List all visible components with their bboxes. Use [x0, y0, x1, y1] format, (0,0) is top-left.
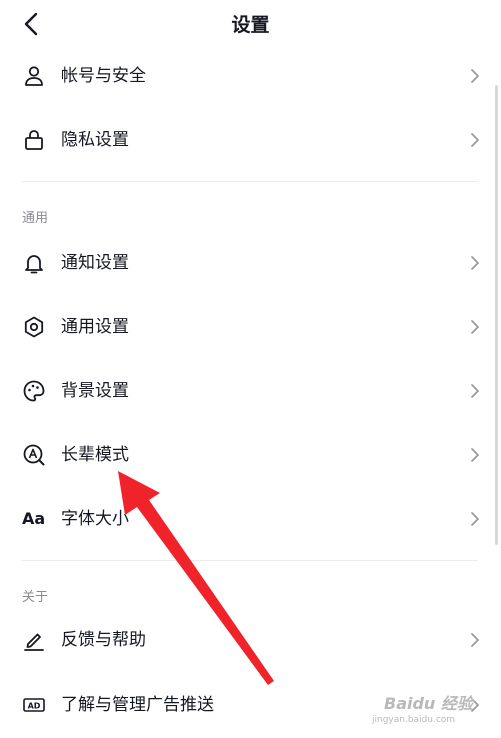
bell-icon — [25, 255, 43, 274]
header: 设置 — [0, 0, 501, 48]
lock-icon — [25, 130, 43, 150]
chevron-right-icon — [471, 512, 479, 526]
settings-item-general[interactable]: 通用设置 — [0, 299, 501, 355]
section-divider — [22, 560, 478, 561]
elder-mode-icon — [23, 444, 45, 466]
chevron-right-icon — [471, 133, 479, 147]
chevron-right-icon — [471, 448, 479, 462]
settings-item-account-security[interactable]: 帐号与安全 — [0, 48, 501, 104]
page-title: 设置 — [231, 14, 270, 36]
settings-item-font-size[interactable]: Aa 字体大小 — [0, 491, 501, 547]
watermark-url: jingyan.baidu.com — [372, 715, 456, 725]
scrollbar[interactable] — [495, 85, 498, 545]
settings-item-privacy[interactable]: 隐私设置 — [0, 112, 501, 168]
settings-item-notifications[interactable]: 通知设置 — [0, 235, 501, 291]
settings-item-label: 隐私设置 — [61, 130, 129, 150]
settings-item-feedback[interactable]: 反馈与帮助 — [0, 612, 501, 668]
ad-icon: AD — [23, 698, 45, 712]
settings-item-label: 通知设置 — [61, 253, 129, 273]
chevron-right-icon — [471, 256, 479, 270]
pen-icon — [24, 633, 44, 651]
settings-item-elder-mode[interactable]: 长辈模式 — [0, 427, 501, 483]
section-divider — [22, 181, 478, 182]
watermark-logo-text: Baidu 经验 — [384, 694, 473, 713]
section-title-general: 通用 — [22, 211, 49, 226]
settings-item-label: 字体大小 — [61, 509, 129, 529]
settings-item-label: 帐号与安全 — [61, 66, 146, 86]
baidu-jingyan-watermark: Baidu 经验 jingyan.baidu.com — [368, 684, 496, 734]
settings-item-label: 了解与管理广告推送 — [61, 695, 214, 715]
palette-icon — [23, 380, 45, 402]
settings-item-label: 背景设置 — [61, 381, 129, 401]
settings-item-label: 长辈模式 — [61, 445, 129, 465]
font-size-icon: Aa — [22, 509, 46, 528]
chevron-right-icon — [471, 633, 479, 647]
ad-icon-text: AD — [28, 702, 41, 711]
section-title-about: 关于 — [22, 590, 49, 605]
settings-item-background[interactable]: 背景设置 — [0, 363, 501, 419]
settings-item-label: 反馈与帮助 — [61, 630, 146, 650]
user-icon — [25, 66, 43, 86]
chevron-right-icon — [471, 69, 479, 83]
chevron-right-icon — [471, 320, 479, 334]
chevron-right-icon — [471, 384, 479, 398]
settings-item-label: 通用设置 — [61, 317, 129, 337]
gear-icon — [24, 316, 44, 338]
